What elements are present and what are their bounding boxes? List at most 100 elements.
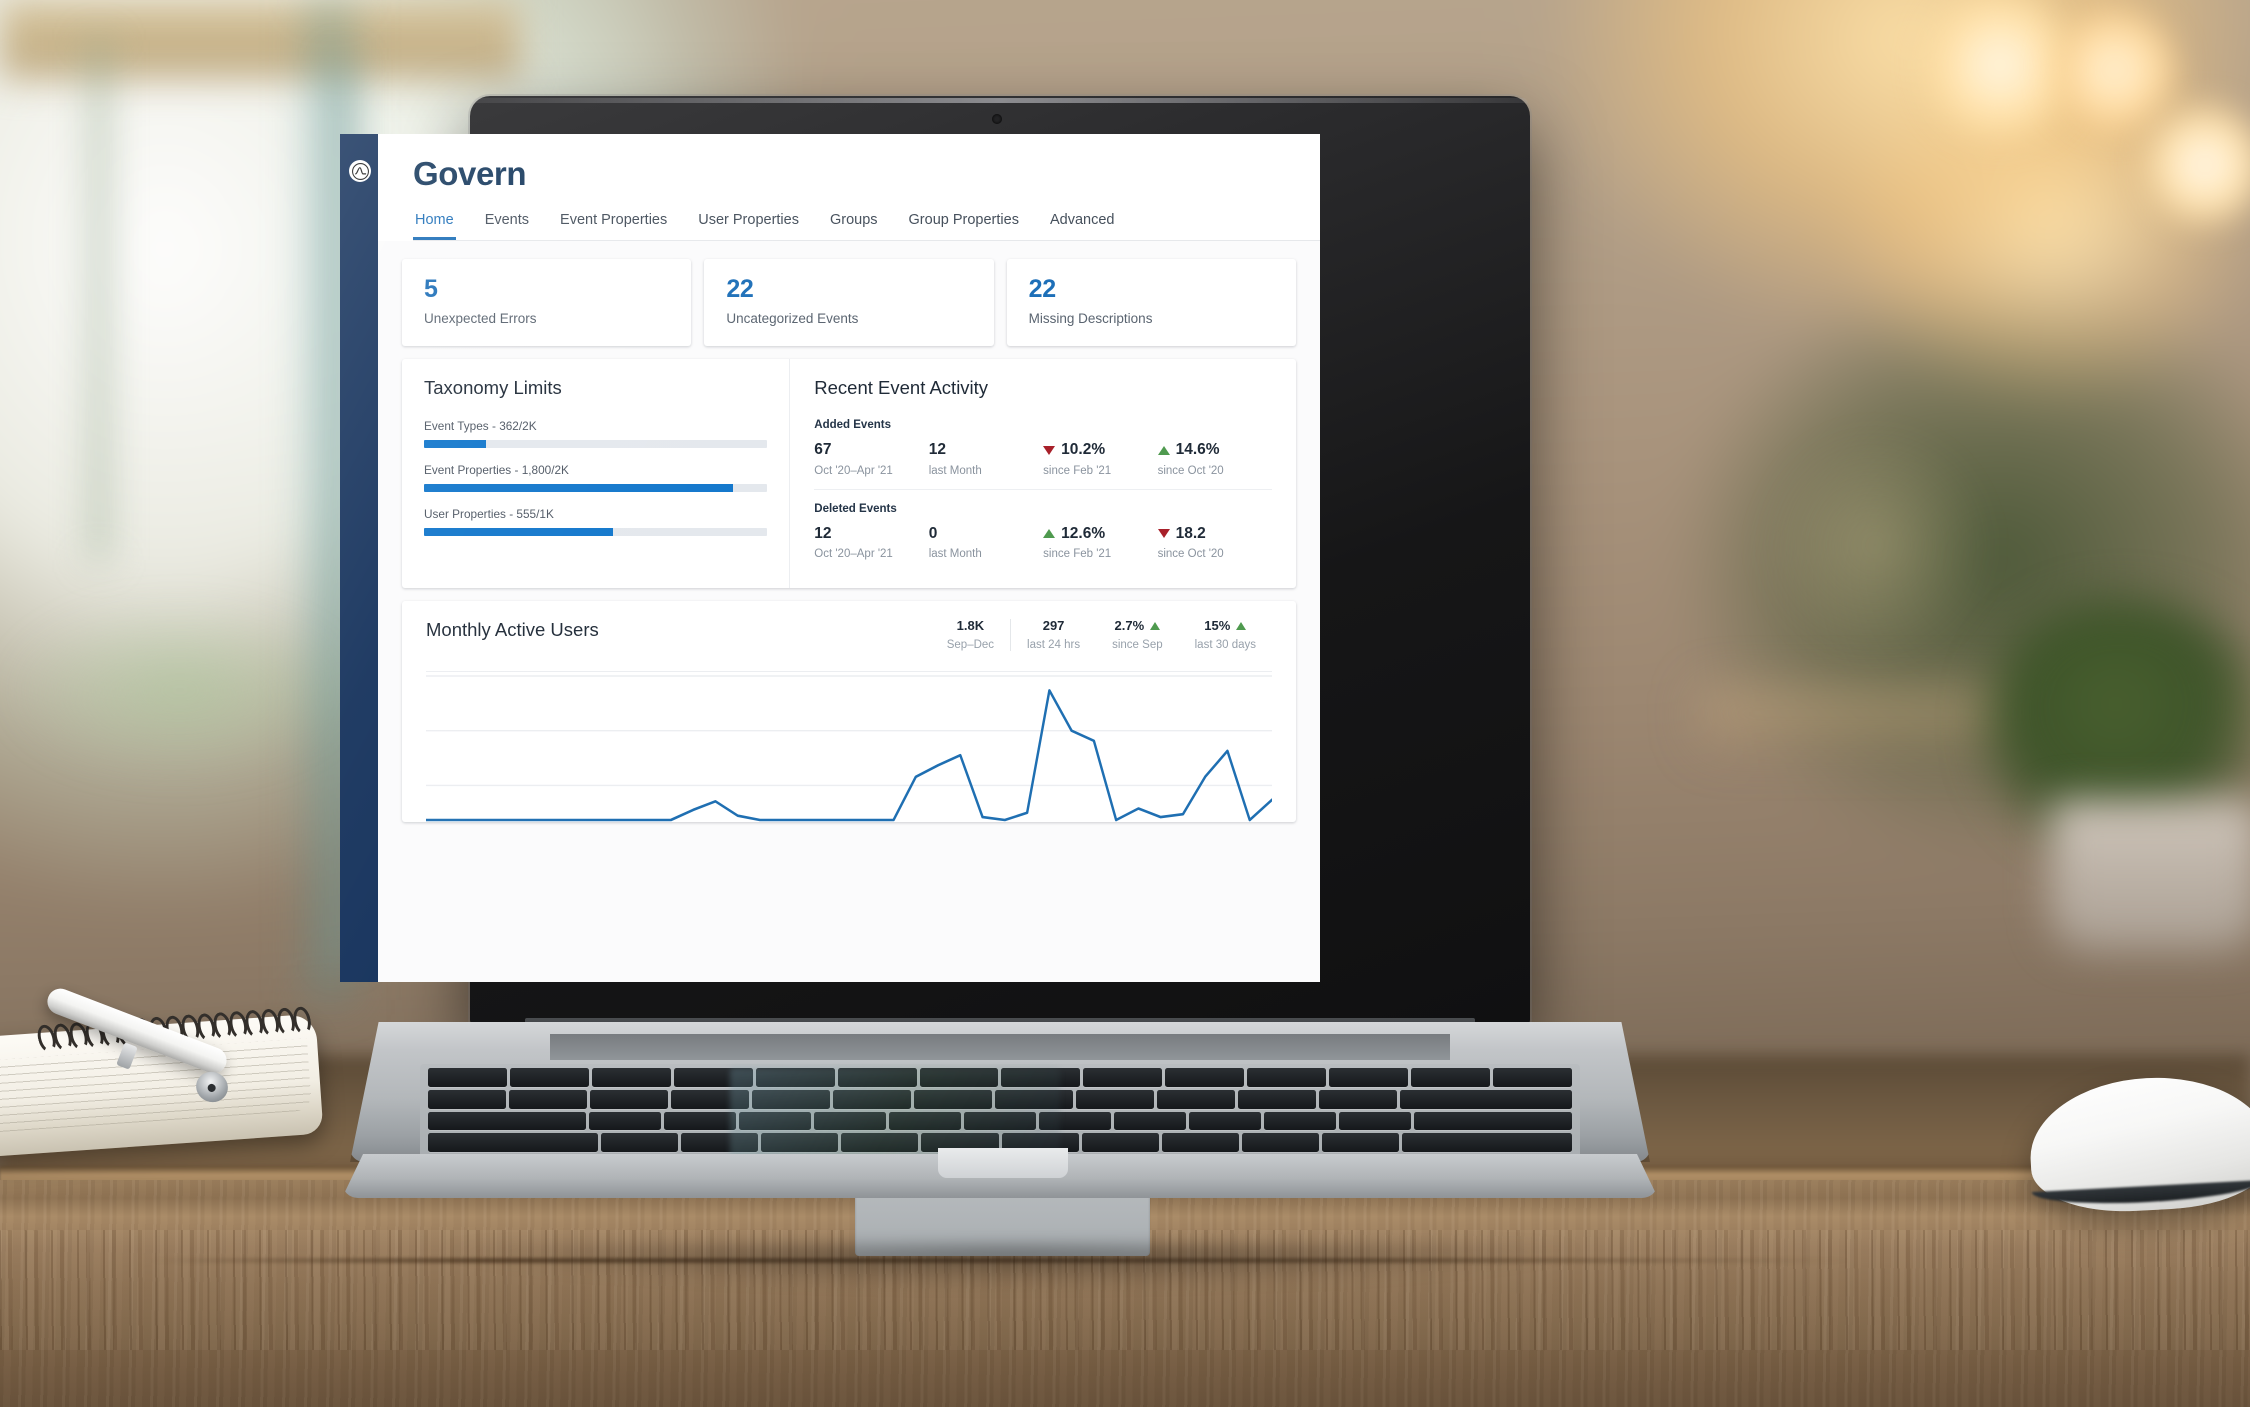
- govern-app: Govern Home Events Event Properties User…: [340, 134, 1320, 982]
- mau-metric-sub: last 30 days: [1194, 639, 1256, 652]
- taxonomy-activity-card: Taxonomy Limits Event Types - 362/2K Eve…: [402, 359, 1296, 589]
- metric-value: 14.6%: [1175, 441, 1220, 459]
- activity-metric-row: 12 Oct '20–Apr '21 0 last Month 12.6% si…: [814, 526, 1272, 561]
- app-left-rail[interactable]: [340, 134, 378, 982]
- triangle-down-icon: [1157, 529, 1170, 539]
- triangle-down-icon: [1043, 445, 1056, 455]
- metric-value: 12.6%: [1061, 524, 1106, 542]
- metric-added-total: 67 Oct '20–Apr '21: [814, 442, 928, 477]
- stat-value: 22: [1028, 275, 1057, 304]
- metric-value: 10.2%: [1061, 441, 1106, 459]
- activity-group-deleted-events: Deleted Events 12 Oct '20–Apr '21 0 last…: [814, 503, 1272, 573]
- amplitude-logo-icon[interactable]: [349, 160, 371, 182]
- laptop: Govern Home Events Event Properties User…: [300, 96, 1700, 1286]
- laptop-shadow: [440, 1246, 1580, 1286]
- metric-sub: since Oct '20: [1157, 464, 1224, 477]
- triangle-up-icon: [1150, 621, 1161, 630]
- metric-added-last-month: 12 last Month: [929, 442, 1043, 477]
- monthly-active-users-card: Monthly Active Users 1.8K Sep–Dec 297 la…: [402, 601, 1296, 823]
- mau-metric-since-sep: 2.7% since Sep: [1096, 619, 1179, 651]
- metric-deleted-since-feb: 12.6% since Feb '21: [1043, 524, 1157, 560]
- tab-events[interactable]: Events: [483, 212, 531, 240]
- limit-row-user-properties: User Properties - 555/1K: [424, 507, 768, 537]
- metric-deleted-total: 12 Oct '20–Apr '21: [814, 526, 928, 561]
- metric-deleted-last-month: 0 last Month: [929, 526, 1043, 561]
- triangle-up-icon: [1043, 529, 1056, 539]
- metric-value: 18.2: [1175, 524, 1206, 542]
- bokeh-light-glow: [1760, 430, 1990, 660]
- page-title: Govern: [413, 155, 527, 192]
- metric-sub: last Month: [928, 548, 982, 561]
- metric-sub: since Feb '21: [1043, 464, 1112, 477]
- metric-sub: Oct '20–Apr '21: [814, 548, 893, 561]
- tab-home[interactable]: Home: [413, 212, 456, 241]
- window-frame-top: [0, 0, 520, 78]
- laptop-screen: Govern Home Events Event Properties User…: [340, 134, 1320, 982]
- metric-added-since-oct: 14.6% since Oct '20: [1157, 441, 1272, 477]
- tab-advanced[interactable]: Advanced: [1048, 212, 1117, 240]
- limit-progress-track: [424, 484, 768, 493]
- photo-scene: Govern Home Events Event Properties User…: [0, 0, 2250, 1407]
- stat-card-uncategorized-events[interactable]: 22 Uncategorized Events: [704, 259, 994, 347]
- metric-sub: Oct '20–Apr '21: [814, 464, 893, 477]
- mau-metric-value: 1.8K: [956, 618, 985, 634]
- limit-progress-fill: [424, 484, 733, 493]
- metric-added-since-feb: 10.2% since Feb '21: [1043, 442, 1157, 477]
- mau-metric-sub: since Sep: [1112, 639, 1163, 652]
- app-header: Govern Home Events Event Properties User…: [378, 134, 1320, 242]
- mau-metric-last-30-days: 15% last 30 days: [1179, 619, 1272, 651]
- taxonomy-limits-title: Taxonomy Limits: [424, 377, 562, 399]
- dashboard-board: 5 Unexpected Errors 22 Uncategorized Eve…: [378, 241, 1320, 823]
- limit-row-event-properties: Event Properties - 1,800/2K: [424, 463, 768, 493]
- stat-label: Unexpected Errors: [424, 311, 537, 327]
- mau-header: Monthly Active Users 1.8K Sep–Dec 297 la…: [426, 619, 1272, 652]
- laptop-bezel-highlight: [472, 98, 1528, 103]
- tab-event-properties[interactable]: Event Properties: [558, 212, 669, 240]
- mau-metric-sub: last 24 hrs: [1027, 639, 1081, 652]
- limit-progress-track: [424, 440, 768, 449]
- activity-group-heading: Added Events: [814, 419, 891, 432]
- taxonomy-limits-panel: Taxonomy Limits Event Types - 362/2K Eve…: [402, 359, 791, 589]
- chart-gridlines: [426, 675, 1272, 787]
- triangle-up-icon: [1157, 445, 1170, 455]
- activity-metric-row: 67 Oct '20–Apr '21 12 last Month 10.2% s…: [814, 442, 1272, 477]
- stat-card-unexpected-errors[interactable]: 5 Unexpected Errors: [402, 259, 692, 347]
- bokeh-light-2: [2055, 10, 2175, 130]
- mau-chart-svg: [426, 675, 1272, 822]
- app-content: Govern Home Events Event Properties User…: [378, 134, 1320, 982]
- mau-title: Monthly Active Users: [426, 619, 599, 641]
- activity-group-added-events: Added Events 67 Oct '20–Apr '21 12 last …: [814, 419, 1272, 490]
- metric-sub: since Oct '20: [1157, 548, 1224, 561]
- tab-bar: Home Events Event Properties User Proper…: [413, 212, 1320, 242]
- stat-card-row: 5 Unexpected Errors 22 Uncategorized Eve…: [402, 259, 1296, 347]
- triangle-up-icon: [1236, 621, 1247, 630]
- mau-metric-total: 1.8K Sep–Dec: [931, 619, 1010, 651]
- stat-label: Uncategorized Events: [726, 311, 859, 327]
- limit-progress-fill: [424, 528, 613, 537]
- mau-metric-value: 2.7%: [1114, 618, 1145, 634]
- tab-group-properties[interactable]: Group Properties: [907, 212, 1021, 240]
- mau-metric-sub: Sep–Dec: [946, 639, 995, 652]
- mau-metric-row: 1.8K Sep–Dec 297 last 24 hrs 2.7% since …: [931, 619, 1272, 652]
- window-mullion-left: [86, 40, 112, 560]
- limit-label: Event Properties - 1,800/2K: [424, 463, 569, 478]
- tab-groups[interactable]: Groups: [828, 212, 880, 240]
- metric-value: 0: [928, 524, 938, 542]
- mau-metric-value: 15%: [1204, 618, 1231, 634]
- stat-card-missing-descriptions[interactable]: 22 Missing Descriptions: [1006, 259, 1296, 347]
- metric-deleted-since-oct: 18.2 since Oct '20: [1157, 524, 1272, 561]
- stat-value: 5: [424, 275, 438, 304]
- stat-value: 22: [726, 275, 754, 304]
- limit-label: Event Types - 362/2K: [424, 419, 537, 434]
- mau-metric-last-24-hrs: 297 last 24 hrs: [1010, 619, 1096, 652]
- limit-progress-fill: [424, 440, 486, 449]
- tab-user-properties[interactable]: User Properties: [696, 212, 801, 240]
- mau-line-chart[interactable]: [426, 671, 1272, 822]
- limit-label: User Properties - 555/1K: [424, 507, 554, 522]
- spiral-notebook: [0, 995, 365, 1181]
- metric-value: 12: [928, 441, 946, 459]
- activity-group-heading: Deleted Events: [814, 502, 897, 515]
- blurred-plant-pot: [2050, 800, 2250, 950]
- chart-line-series: [426, 689, 1272, 822]
- metric-value: 12: [814, 524, 832, 542]
